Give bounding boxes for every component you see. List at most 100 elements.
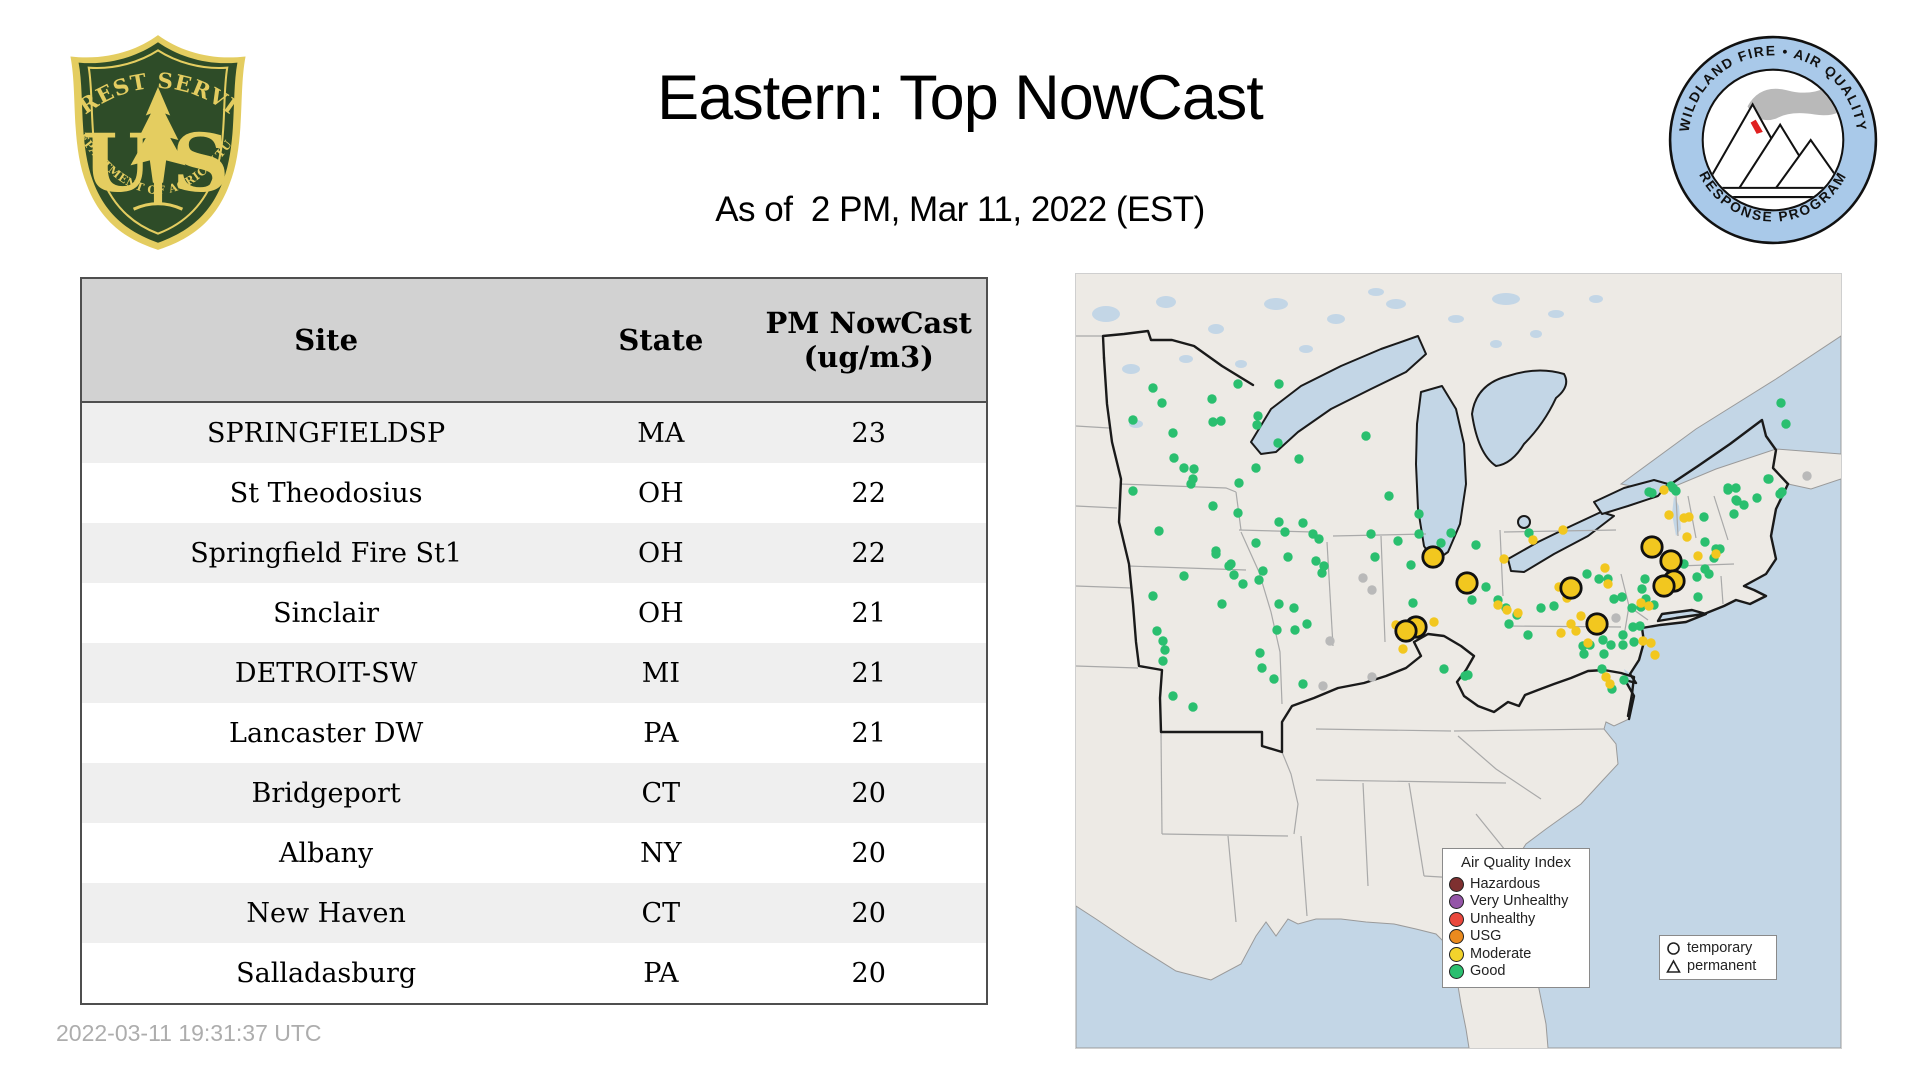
monitor-dot-good	[1393, 536, 1403, 546]
monitor-dot-good	[1729, 509, 1739, 519]
monitor-dot-missing	[1367, 585, 1377, 595]
permanent-triangle-icon	[1666, 959, 1681, 973]
monitor-dot-good	[1152, 626, 1162, 636]
aqi-legend-item: USG	[1449, 928, 1583, 946]
monitor-dot-moderate	[1528, 535, 1538, 545]
monitor-dot-good	[1361, 431, 1371, 441]
monitor-dot-moderate	[1638, 636, 1648, 646]
monitor-dot-moderate	[1556, 628, 1566, 638]
monitor-dot-moderate	[1513, 608, 1523, 618]
monitor-dot-good	[1257, 663, 1267, 673]
page-subtitle: As of 2 PM, Mar 11, 2022 (EST)	[715, 190, 1205, 229]
monitor-dot-good	[1582, 569, 1592, 579]
monitor-dot-good	[1640, 574, 1650, 584]
monitor-dot-good	[1776, 398, 1786, 408]
table-row: Sinclair OH 21	[81, 583, 987, 643]
monitor-dot-missing	[1358, 573, 1368, 583]
site-cell: Springfield Fire St1	[190, 537, 463, 569]
monitor-dot-moderate	[1603, 579, 1613, 589]
monitor-dot-moderate	[1659, 485, 1669, 495]
monitor-dot-good	[1280, 527, 1290, 537]
page: FOREST SERVICE U S DEPARTMENT OF AGRICUL…	[0, 0, 1920, 1080]
monitor-dot-good	[1272, 625, 1282, 635]
monitor-dot-good	[1436, 538, 1446, 548]
top-site-marker	[1421, 545, 1445, 569]
monitor-dot-moderate	[1502, 605, 1512, 615]
monitor-dot-good	[1154, 526, 1164, 536]
site-cell: Bridgeport	[251, 777, 401, 809]
monitor-dot-good	[1644, 487, 1654, 497]
monitor-dot-good	[1148, 383, 1158, 393]
monitor-dot-moderate	[1583, 638, 1593, 648]
aqi-color-swatch-icon	[1449, 911, 1464, 927]
top-site-marker	[1394, 619, 1418, 643]
monitor-dot-good	[1504, 619, 1514, 629]
monitor-dot-good	[1216, 416, 1226, 426]
monitor-dot-good	[1579, 649, 1589, 659]
monitor-dot-good	[1597, 664, 1607, 674]
monitor-dot-good	[1302, 619, 1312, 629]
monitor-dot-good	[1238, 579, 1248, 589]
monitor-dot-good	[1406, 560, 1416, 570]
value-cell: 20	[851, 897, 886, 929]
aqi-legend: Air Quality Index Hazardous Very Unhealt…	[1442, 848, 1590, 988]
monitor-dot-good	[1274, 599, 1284, 609]
value-cell: 20	[851, 837, 886, 869]
site-cell: Lancaster DW	[229, 717, 424, 749]
monitor-dot-good	[1294, 454, 1304, 464]
monitor-dot-good	[1290, 625, 1300, 635]
site-cell: St Theodosius	[229, 477, 423, 509]
monitor-dot-good	[1731, 483, 1741, 493]
monitor-dot-good	[1693, 592, 1703, 602]
monitor-dot-good	[1160, 645, 1170, 655]
marker-legend-label: temporary	[1687, 940, 1753, 956]
monitor-dot-missing	[1367, 672, 1377, 682]
monitor-dot-missing	[1802, 471, 1812, 481]
value-cell: 22	[851, 477, 886, 509]
site-cell: Sinclair	[273, 597, 380, 629]
monitor-dot-good	[1692, 572, 1702, 582]
table-header-row: Site State PM NowCast (ug/m3)	[81, 278, 987, 403]
site-cell: SPRINGFIELDSP	[207, 417, 446, 449]
state-cell: NY	[640, 837, 682, 869]
state-cell: OH	[638, 537, 684, 569]
column-header-pm-nowcast: PM NowCast (ug/m3)	[751, 278, 987, 403]
aqi-legend-label: USG	[1470, 928, 1502, 944]
monitor-dot-good	[1254, 575, 1264, 585]
column-header-site: Site	[81, 278, 571, 403]
monitor-dot-good	[1283, 552, 1293, 562]
monitor-dot-good	[1463, 670, 1473, 680]
monitor-dot-good	[1233, 508, 1243, 518]
aqi-legend-item: Good	[1449, 963, 1583, 981]
monitor-dot-good	[1752, 493, 1762, 503]
monitor-dot-moderate	[1499, 554, 1509, 564]
monitor-dot-moderate	[1576, 611, 1586, 621]
monitor-dot-good	[1269, 674, 1279, 684]
monitor-dot-moderate	[1571, 626, 1581, 636]
monitor-dot-good	[1128, 486, 1138, 496]
monitor-dot-good	[1252, 420, 1262, 430]
monitor-dot-good	[1723, 483, 1733, 493]
monitor-dot-good	[1627, 603, 1637, 613]
monitor-dot-good	[1599, 649, 1609, 659]
monitor-dot-good	[1208, 417, 1218, 427]
monitor-dot-moderate	[1429, 617, 1439, 627]
monitor-dot-missing	[1325, 636, 1335, 646]
value-cell: 20	[851, 777, 886, 809]
monitor-dot-moderate	[1711, 549, 1721, 559]
value-cell: 23	[851, 417, 886, 449]
monitor-dot-good	[1439, 664, 1449, 674]
monitor-dot-moderate	[1558, 525, 1568, 535]
monitor-dot-good	[1618, 630, 1628, 640]
monitor-dot-good	[1619, 675, 1629, 685]
monitor-dot-good	[1618, 640, 1628, 650]
aqi-legend-item: Very Unhealthy	[1449, 893, 1583, 911]
monitor-dot-good	[1273, 438, 1283, 448]
value-cell: 21	[851, 657, 886, 689]
wfaqrp-ring-icon: WILDLAND FIRE • AIR QUALITY RESPONSE PRO…	[1668, 35, 1878, 245]
monitor-dot-good	[1317, 568, 1327, 578]
column-header-state: State	[570, 278, 752, 403]
aqi-map: Air Quality Index Hazardous Very Unhealt…	[1075, 273, 1842, 1049]
aqi-legend-label: Hazardous	[1470, 875, 1541, 892]
monitor-dot-good	[1224, 561, 1234, 571]
